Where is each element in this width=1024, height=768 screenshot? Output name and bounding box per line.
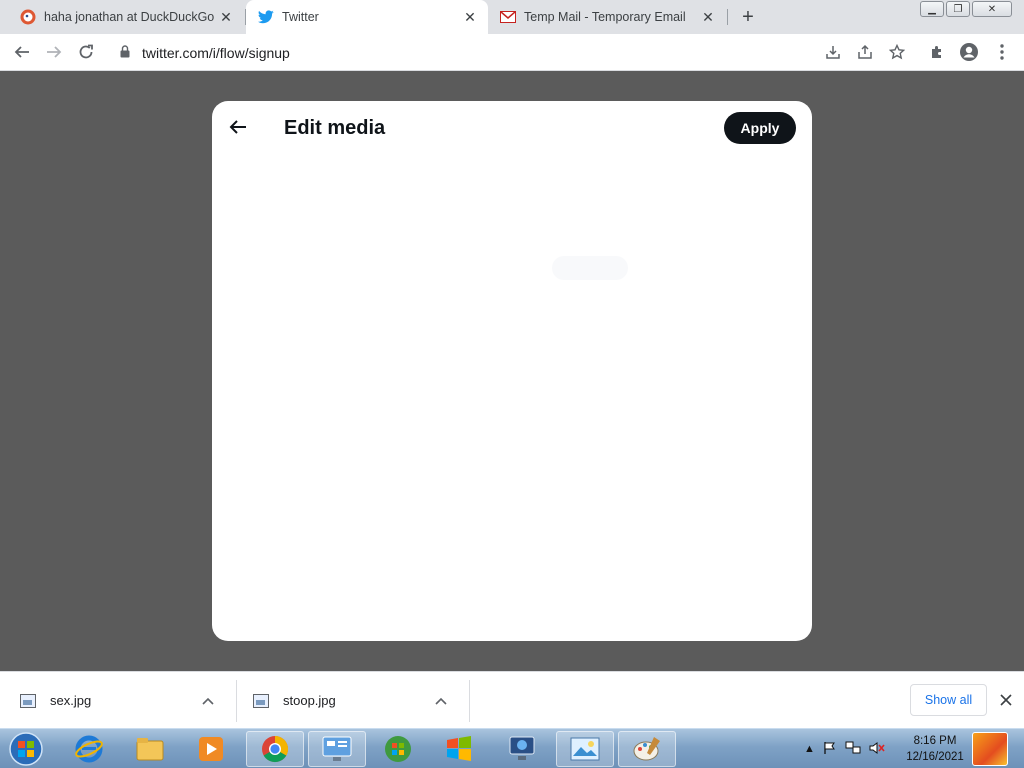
chrome-icon[interactable] xyxy=(246,731,304,767)
download-filename: sex.jpg xyxy=(50,693,92,708)
tab-twitter[interactable]: Twitter ✕ xyxy=(246,0,488,34)
reload-button[interactable] xyxy=(74,40,98,64)
windows-orb-app-icon[interactable] xyxy=(369,731,427,767)
photo-viewer-icon[interactable] xyxy=(556,731,614,767)
network-icon[interactable] xyxy=(845,741,861,758)
gmail-envelope-icon xyxy=(500,9,516,25)
system-tray: ▲ xyxy=(804,729,885,768)
windows-flag-icon[interactable] xyxy=(430,731,488,767)
tab-close-icon[interactable]: ✕ xyxy=(218,9,234,25)
download-divider xyxy=(469,680,470,722)
reload-icon xyxy=(79,44,93,59)
url-text: twitter.com/i/flow/signup xyxy=(142,45,290,61)
tray-expand-icon[interactable]: ▲ xyxy=(804,743,815,755)
minimize-button[interactable]: ▁ xyxy=(920,1,944,17)
window-close-button[interactable]: ✕ xyxy=(972,1,1012,17)
tab-strip: haha jonathan at DuckDuckGo ✕ Twitter ✕ … xyxy=(0,0,1024,34)
new-tab-button[interactable]: + xyxy=(737,6,759,28)
download-item[interactable]: sex.jpg xyxy=(20,672,216,729)
show-all-downloads-button[interactable]: Show all xyxy=(910,684,987,716)
arrow-left-icon xyxy=(229,120,246,134)
chevron-up-icon[interactable] xyxy=(200,697,216,705)
show-desktop-button[interactable] xyxy=(972,732,1008,766)
tab-title: haha jonathan at DuckDuckGo xyxy=(44,10,215,24)
profile-avatar-icon[interactable] xyxy=(959,42,979,62)
download-divider xyxy=(236,680,237,722)
tab-title: Temp Mail - Temporary Email xyxy=(524,10,686,24)
tab-temp-mail[interactable]: Temp Mail - Temporary Email ✕ xyxy=(488,0,726,34)
close-shelf-icon[interactable] xyxy=(996,690,1016,710)
restore-button[interactable]: ❐ xyxy=(946,1,970,17)
image-file-icon xyxy=(253,693,269,708)
window-controls: ▁ ❐ ✕ xyxy=(920,1,1012,17)
arrow-left-icon xyxy=(14,46,29,58)
forward-button[interactable] xyxy=(42,40,66,64)
tab-duckduckgo[interactable]: haha jonathan at DuckDuckGo ✕ xyxy=(8,0,244,34)
install-app-icon[interactable] xyxy=(823,42,843,62)
windows-orb-icon xyxy=(9,732,43,766)
tab-divider xyxy=(727,9,728,25)
media-player-icon[interactable] xyxy=(182,731,240,767)
file-explorer-icon[interactable] xyxy=(121,731,179,767)
bookmark-star-icon[interactable] xyxy=(887,42,907,62)
chevron-up-icon[interactable] xyxy=(433,697,449,705)
lock-icon[interactable] xyxy=(120,45,130,63)
tab-close-icon[interactable]: ✕ xyxy=(700,9,716,25)
page-overlay[interactable]: Edit media Apply xyxy=(0,71,1024,671)
duckduckgo-icon xyxy=(20,9,36,25)
dialog-back-button[interactable] xyxy=(226,115,250,139)
image-file-icon xyxy=(20,693,36,708)
browser-toolbar: twitter.com/i/flow/signup xyxy=(0,34,1024,71)
start-button[interactable] xyxy=(4,730,48,768)
share-icon[interactable] xyxy=(855,42,875,62)
action-center-flag-icon[interactable] xyxy=(823,741,837,758)
control-panel-icon[interactable] xyxy=(308,731,366,767)
edit-media-dialog: Edit media Apply xyxy=(212,101,812,641)
address-bar[interactable]: twitter.com/i/flow/signup xyxy=(112,38,916,67)
download-filename: stoop.jpg xyxy=(283,693,336,708)
dialog-title: Edit media xyxy=(284,117,386,139)
download-shelf: sex.jpg stoop.jpg Show all xyxy=(0,671,1024,728)
taskbar-clock[interactable]: 8:16 PM 12/16/2021 xyxy=(900,733,970,765)
clock-date: 12/16/2021 xyxy=(906,751,964,763)
extensions-puzzle-icon[interactable] xyxy=(927,42,947,62)
windows-taskbar: ▲ 8:16 PM 12/16/2021 xyxy=(0,728,1024,768)
download-item[interactable]: stoop.jpg xyxy=(253,672,449,729)
clock-time: 8:16 PM xyxy=(913,735,957,747)
paint-icon[interactable] xyxy=(618,731,676,767)
volume-muted-icon[interactable] xyxy=(869,741,885,758)
network-monitor-icon[interactable] xyxy=(493,731,551,767)
twitter-bird-icon xyxy=(258,9,274,25)
back-button[interactable] xyxy=(10,40,34,64)
tab-title: Twitter xyxy=(282,10,319,24)
tab-close-icon[interactable]: ✕ xyxy=(462,9,478,25)
media-loading-placeholder xyxy=(552,256,628,280)
browser-menu-icon[interactable] xyxy=(992,42,1012,62)
internet-explorer-icon[interactable] xyxy=(60,731,118,767)
apply-button[interactable]: Apply xyxy=(724,112,796,144)
arrow-right-icon xyxy=(47,46,62,58)
